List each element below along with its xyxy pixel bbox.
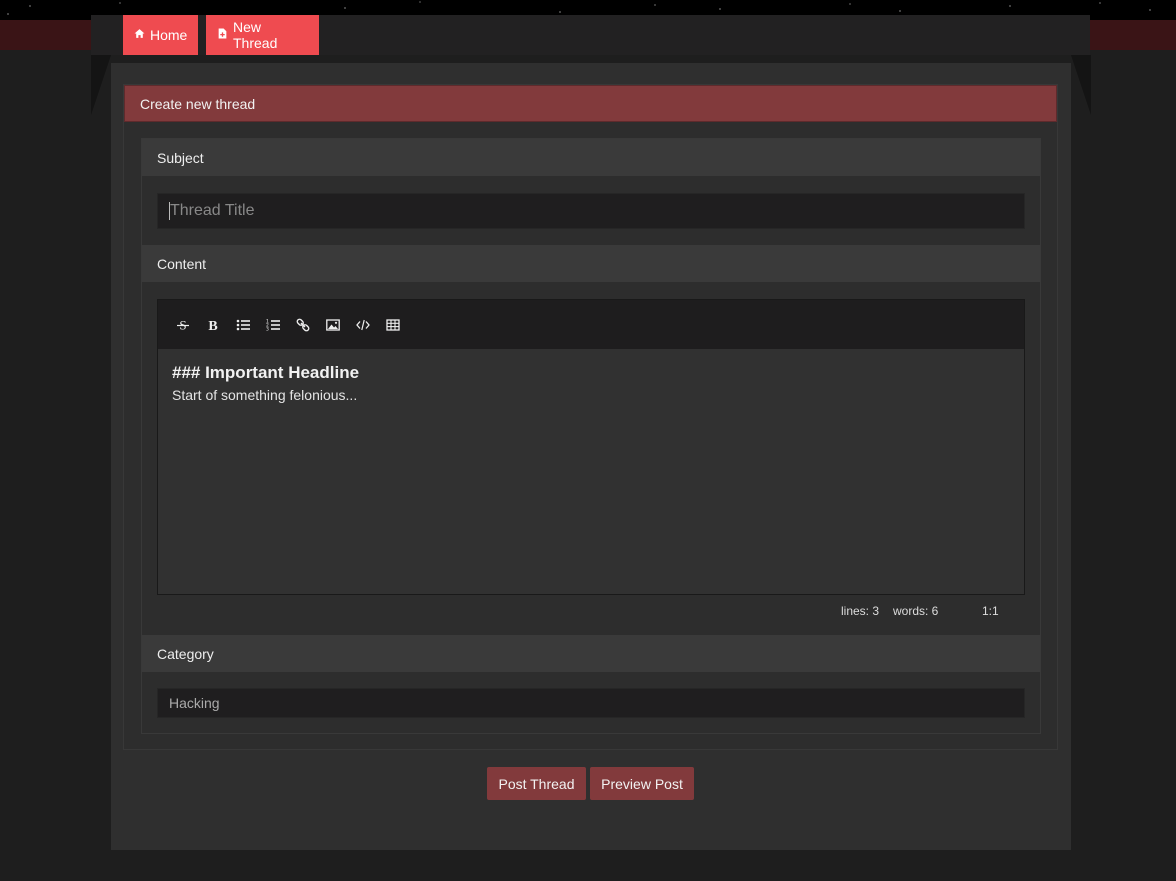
- navbar-shadow-right: [1071, 55, 1091, 115]
- table-icon[interactable]: [382, 314, 404, 336]
- create-thread-card: Create new thread Subject Thread Title C…: [123, 84, 1058, 750]
- category-select[interactable]: Hacking: [157, 688, 1025, 718]
- editor-body-line: Start of something felonious...: [172, 387, 358, 403]
- nav-new-thread-label: New Thread: [233, 19, 278, 51]
- post-thread-button[interactable]: Post Thread: [487, 767, 586, 800]
- markdown-editor[interactable]: S B 123: [157, 299, 1025, 595]
- content-label: Content: [142, 245, 1040, 282]
- editor-heading-line: ### Important Headline: [172, 363, 360, 382]
- code-icon[interactable]: [352, 314, 374, 336]
- status-cursor-position: 1:1: [982, 604, 999, 618]
- new-file-icon: [217, 28, 228, 42]
- nav-new-thread-button[interactable]: New Thread: [206, 15, 319, 55]
- subject-input[interactable]: Thread Title: [157, 193, 1025, 229]
- link-icon[interactable]: [292, 314, 314, 336]
- bullet-list-icon[interactable]: [232, 314, 254, 336]
- navbar-shadow-left: [91, 55, 111, 115]
- subject-placeholder: Thread Title: [170, 202, 255, 219]
- status-lines: lines: 3: [841, 604, 880, 618]
- category-selected-value: Hacking: [169, 695, 220, 711]
- main-panel: Create new thread Subject Thread Title C…: [111, 63, 1071, 850]
- editor-text-area[interactable]: ### Important Headline Start of somethin…: [158, 349, 1024, 417]
- status-words: words: 6: [893, 604, 939, 618]
- numbered-list-icon[interactable]: 123: [262, 314, 284, 336]
- form-body: Subject Thread Title Content S B: [141, 138, 1041, 734]
- subject-label: Subject: [142, 139, 1040, 176]
- card-title: Create new thread: [124, 85, 1057, 122]
- strikethrough-icon[interactable]: S: [172, 314, 194, 336]
- home-icon: [134, 28, 145, 42]
- preview-post-button[interactable]: Preview Post: [590, 767, 694, 800]
- image-icon[interactable]: [322, 314, 344, 336]
- svg-text:3: 3: [266, 326, 269, 332]
- bold-icon[interactable]: B: [202, 314, 224, 336]
- svg-text:B: B: [208, 319, 217, 332]
- category-label: Category: [142, 635, 1040, 672]
- nav-home-button[interactable]: Home: [123, 15, 198, 55]
- nav-home-label: Home: [150, 27, 188, 43]
- editor-toolbar: S B 123: [158, 300, 1024, 349]
